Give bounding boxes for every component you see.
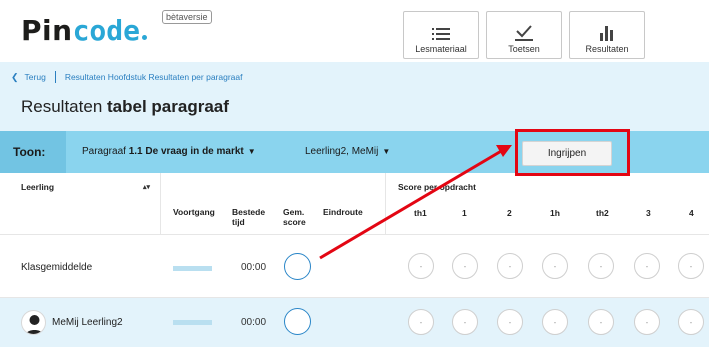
row-name[interactable]: MeMij Leerling2 (52, 317, 123, 328)
toon-label: Toon: (0, 131, 66, 173)
score-circle[interactable]: - (408, 253, 434, 279)
score-circle[interactable]: - (678, 253, 704, 279)
user-avatar-icon (21, 310, 46, 335)
header-score-1h[interactable]: 1h (550, 208, 560, 218)
header-score-th2[interactable]: th2 (596, 208, 609, 218)
header-leerling[interactable]: Leerling (21, 182, 54, 192)
caret-down-icon: ▼ (247, 147, 256, 156)
row-name: Klasgemiddelde (21, 262, 93, 273)
highlight-box (515, 129, 630, 176)
header-leerling-label: Leerling (21, 182, 55, 192)
back-link[interactable]: ❮ Terug (11, 72, 46, 83)
time-spent: 00:00 (241, 317, 267, 328)
paragraph-name: 1.1 De vraag in de markt (128, 146, 244, 157)
sort-icon[interactable]: ▴▾ (143, 183, 150, 191)
back-link-label: Terug (24, 72, 46, 82)
header-eindroute-label: Eindroute (323, 207, 363, 217)
logo-text-pin: Pin (21, 14, 73, 47)
header-gem-score[interactable]: Gem. score (283, 207, 325, 227)
table-row-klasgemiddelde: Klasgemiddelde 00:00 - - - - - - - (0, 234, 709, 297)
app-header: Pin code bètaversie Lesmateriaal Toetsen… (0, 0, 709, 62)
score-circle[interactable]: - (634, 253, 660, 279)
page-title-light: Resultaten (21, 97, 103, 116)
score-circle[interactable]: - (588, 309, 614, 335)
breadcrumb-separator (54, 71, 56, 83)
header-score-3[interactable]: 3 (646, 208, 651, 218)
header-score-2[interactable]: 2 (507, 208, 512, 218)
header-gem-score-label: Gem. score (283, 207, 306, 227)
student-filter-dropdown[interactable]: Leerling2, MeMij ▼ (305, 146, 390, 157)
page-title: Resultaten tabel paragraaf (21, 97, 229, 117)
time-spent: 00:00 (241, 262, 267, 273)
pincode-logo[interactable]: Pin code (21, 14, 147, 47)
check-icon (515, 25, 533, 41)
nav-toetsen-button[interactable]: Toetsen (486, 11, 562, 59)
page-title-bold: tabel paragraaf (107, 97, 229, 116)
score-circle[interactable]: - (634, 309, 660, 335)
nav-lesmateriaal-label: Lesmateriaal (415, 44, 467, 54)
score-circle[interactable]: - (497, 253, 523, 279)
nav-lesmateriaal-button[interactable]: Lesmateriaal (403, 11, 479, 59)
header-score-1[interactable]: 1 (462, 208, 467, 218)
header-score-4[interactable]: 4 (689, 208, 694, 218)
header-score-per-opdracht: Score per opdracht (398, 182, 476, 192)
caret-down-icon: ▼ (382, 147, 391, 156)
score-circle[interactable]: - (452, 253, 478, 279)
average-score-ring[interactable] (284, 253, 311, 280)
beta-badge: bètaversie (162, 10, 212, 24)
progress-bar (173, 320, 212, 325)
score-circle[interactable]: - (542, 309, 568, 335)
nav-resultaten-label: Resultaten (585, 44, 629, 54)
score-circle[interactable]: - (408, 309, 434, 335)
score-circle[interactable]: - (678, 309, 704, 335)
header-voortgang[interactable]: Voortgang (173, 207, 215, 217)
score-circle[interactable]: - (452, 309, 478, 335)
progress-bar (173, 266, 212, 271)
score-circle[interactable]: - (588, 253, 614, 279)
header-score-th1[interactable]: th1 (414, 208, 427, 218)
breadcrumb-path[interactable]: Resultaten Hoofdstuk Resultaten per para… (65, 72, 243, 82)
bar-chart-icon (600, 26, 613, 41)
breadcrumb: ❮ Terug Resultaten Hoofdstuk Resultaten … (11, 71, 242, 83)
logo-dot (142, 35, 147, 40)
score-circle[interactable]: - (542, 253, 568, 279)
header-eindroute[interactable]: Eindroute (323, 207, 363, 217)
header-voortgang-label: Voortgang (173, 207, 215, 217)
logo-text-code: code (72, 14, 140, 47)
nav-toetsen-label: Toetsen (508, 44, 540, 54)
results-table: Leerling ▴▾ Voortgang Bestede tijd Gem. … (0, 173, 709, 347)
header-bestede-tijd[interactable]: Bestede tijd (232, 207, 278, 227)
chevron-left-icon: ❮ (11, 71, 19, 82)
score-circle[interactable]: - (497, 309, 523, 335)
student-filter-label: Leerling2, MeMij (305, 146, 379, 157)
title-panel: ❮ Terug Resultaten Hoofdstuk Resultaten … (0, 62, 709, 131)
header-bestede-tijd-label: Bestede tijd (232, 207, 266, 227)
paragraph-prefix: Paragraaf (82, 146, 126, 157)
table-row-student[interactable]: MeMij Leerling2 00:00 - - - - - - - (0, 297, 709, 347)
paragraph-filter-dropdown[interactable]: Paragraaf 1.1 De vraag in de markt ▼ (82, 146, 256, 157)
nav-resultaten-button[interactable]: Resultaten (569, 11, 645, 59)
average-score-ring[interactable] (284, 308, 311, 335)
list-icon (432, 28, 450, 40)
